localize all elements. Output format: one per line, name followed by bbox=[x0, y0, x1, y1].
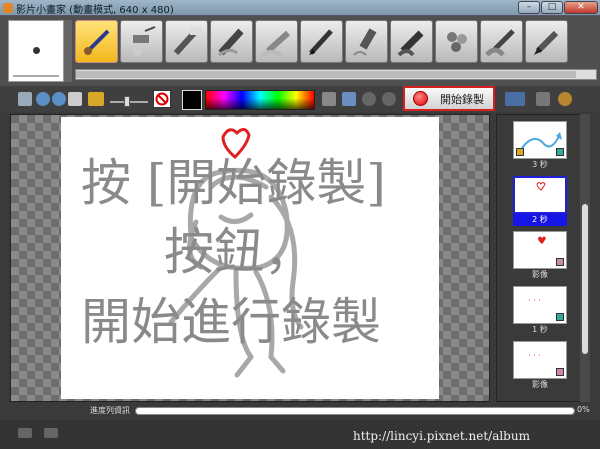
caption-line-2: 按鈕， bbox=[164, 223, 314, 281]
title-bar: 影片小畫家 (動畫模式, 640 x 480) – □ ✕ bbox=[0, 0, 600, 16]
close-button[interactable]: ✕ bbox=[564, 1, 598, 14]
eraser-tool-button[interactable] bbox=[390, 20, 433, 63]
frame-type-badge bbox=[556, 258, 564, 266]
watercolor-tool-icon bbox=[485, 29, 515, 57]
frame-list: 3 秒 2 秒 影像 · · · 1 秒 · · · 影像 bbox=[496, 114, 588, 402]
background-image-icon[interactable] bbox=[88, 92, 104, 106]
frame-duration-badge bbox=[556, 148, 564, 156]
marker-tool-icon bbox=[218, 28, 244, 57]
play-icon[interactable] bbox=[505, 92, 525, 106]
airbrush-tool-button[interactable] bbox=[120, 20, 163, 63]
frame-duration-badge bbox=[556, 313, 564, 321]
heart-sketch-icon bbox=[536, 182, 546, 191]
maximize-button[interactable]: □ bbox=[541, 1, 563, 14]
frame-item[interactable]: 3 秒 bbox=[513, 121, 567, 171]
frame-label: 1 秒 bbox=[532, 325, 548, 334]
frame-label: 3 秒 bbox=[532, 160, 548, 169]
stamp-tool-button[interactable] bbox=[435, 20, 478, 63]
watercolor-tool-button[interactable] bbox=[480, 20, 523, 63]
tool-scroll-thumb[interactable] bbox=[76, 71, 576, 78]
pen-tool-button[interactable] bbox=[300, 20, 343, 63]
progress-bar bbox=[135, 407, 575, 415]
fill-bucket-icon[interactable] bbox=[342, 92, 356, 106]
frame-label: 影像 bbox=[532, 270, 548, 279]
no-color-button[interactable] bbox=[153, 90, 171, 108]
caption-line-3: 開始進行錄製 bbox=[81, 293, 381, 351]
brush-tool-button[interactable] bbox=[75, 20, 118, 63]
chalk-tool-button[interactable] bbox=[255, 20, 298, 63]
frame-item[interactable]: · · · 1 秒 bbox=[513, 286, 567, 336]
frame-thumbnail bbox=[513, 121, 567, 159]
app-icon bbox=[3, 3, 13, 13]
brush-dot-icon bbox=[33, 47, 40, 54]
film-icon[interactable] bbox=[44, 428, 58, 438]
brush-size-bar bbox=[13, 75, 59, 77]
canvas-stage: 按 [開始錄製] 按鈕， 開始進行錄製 bbox=[10, 114, 490, 402]
brush-tool-icon bbox=[84, 29, 110, 55]
frame-thumbnail: · · · bbox=[513, 286, 567, 324]
footer-bar: http://lincyi.pixnet.net/album bbox=[0, 420, 600, 449]
highlighter-tool-icon bbox=[353, 28, 377, 56]
svg-text:· · ·: · · · bbox=[528, 296, 541, 305]
minimize-button[interactable]: – bbox=[518, 1, 540, 14]
brush-tool-list bbox=[75, 20, 568, 63]
highlighter-tool-button[interactable] bbox=[345, 20, 388, 63]
pencil-tool-button[interactable] bbox=[525, 20, 568, 63]
eraser-tool-icon bbox=[397, 30, 424, 57]
frame-list-scroll-thumb[interactable] bbox=[582, 204, 588, 354]
canvas-toolbar: 開始錄製 bbox=[0, 86, 600, 112]
actual-size-icon[interactable] bbox=[68, 92, 82, 106]
frame-label: 影像 bbox=[532, 380, 548, 389]
camera-icon[interactable] bbox=[18, 428, 32, 438]
frame-type-badge bbox=[556, 368, 564, 376]
stamp-tool-icon bbox=[447, 32, 467, 52]
eyedropper-icon[interactable] bbox=[322, 92, 336, 106]
no-color-icon bbox=[155, 92, 169, 106]
marker-tool-button[interactable] bbox=[210, 20, 253, 63]
frame-type-badge bbox=[516, 148, 524, 156]
pencil-tool-icon bbox=[534, 30, 559, 55]
current-color-swatch[interactable] bbox=[182, 90, 202, 110]
start-recording-button[interactable]: 開始錄製 bbox=[403, 86, 495, 111]
start-recording-label: 開始錄製 bbox=[440, 92, 484, 106]
svg-text:· · ·: · · · bbox=[528, 351, 541, 360]
color-spectrum-picker[interactable] bbox=[205, 90, 315, 110]
brush-toolbar bbox=[0, 16, 600, 86]
pen-tool-icon bbox=[309, 29, 333, 55]
zoom-out-icon[interactable] bbox=[52, 92, 66, 106]
window-title: 影片小畫家 (動畫模式, 640 x 480) bbox=[16, 5, 174, 16]
frame-thumbnail: · · · bbox=[513, 341, 567, 379]
timer-icon[interactable] bbox=[558, 92, 572, 106]
progress-percent: 0% bbox=[577, 405, 590, 414]
crayon-tool-button[interactable] bbox=[165, 20, 208, 63]
redo-icon[interactable] bbox=[382, 92, 396, 106]
undo-icon[interactable] bbox=[362, 92, 376, 106]
frame-item[interactable]: 影像 bbox=[513, 231, 567, 281]
crayon-tool-icon bbox=[173, 27, 202, 56]
frame-list-scrollbar[interactable] bbox=[580, 114, 590, 402]
watermark-url: http://lincyi.pixnet.net/album bbox=[353, 429, 530, 443]
edit-icon[interactable] bbox=[18, 92, 32, 106]
frame-thumbnail bbox=[513, 176, 567, 214]
frame-label: 2 秒 bbox=[513, 214, 567, 226]
zoom-slider-knob[interactable] bbox=[124, 96, 130, 107]
record-icon bbox=[413, 91, 428, 106]
brush-size-scrollbar[interactable] bbox=[64, 20, 72, 82]
airbrush-tool-icon bbox=[132, 26, 156, 56]
chalk-tool-icon bbox=[260, 30, 291, 57]
frame-thumbnail bbox=[513, 231, 567, 269]
drawing-canvas[interactable]: 按 [開始錄製] 按鈕， 開始進行錄製 bbox=[61, 117, 439, 399]
zoom-in-icon[interactable] bbox=[36, 92, 50, 106]
caption-line-1: 按 [開始錄製] bbox=[81, 154, 386, 212]
tool-scrollbar[interactable] bbox=[75, 69, 597, 80]
progress-label: 進度列資訊 bbox=[90, 406, 130, 415]
frame-item[interactable]: · · · 影像 bbox=[513, 341, 567, 391]
progress-area: 進度列資訊 0% bbox=[0, 404, 600, 418]
delete-frame-icon[interactable] bbox=[536, 92, 550, 106]
frame-item-selected[interactable]: 2 秒 bbox=[513, 176, 567, 226]
brush-size-preview[interactable] bbox=[8, 20, 64, 82]
